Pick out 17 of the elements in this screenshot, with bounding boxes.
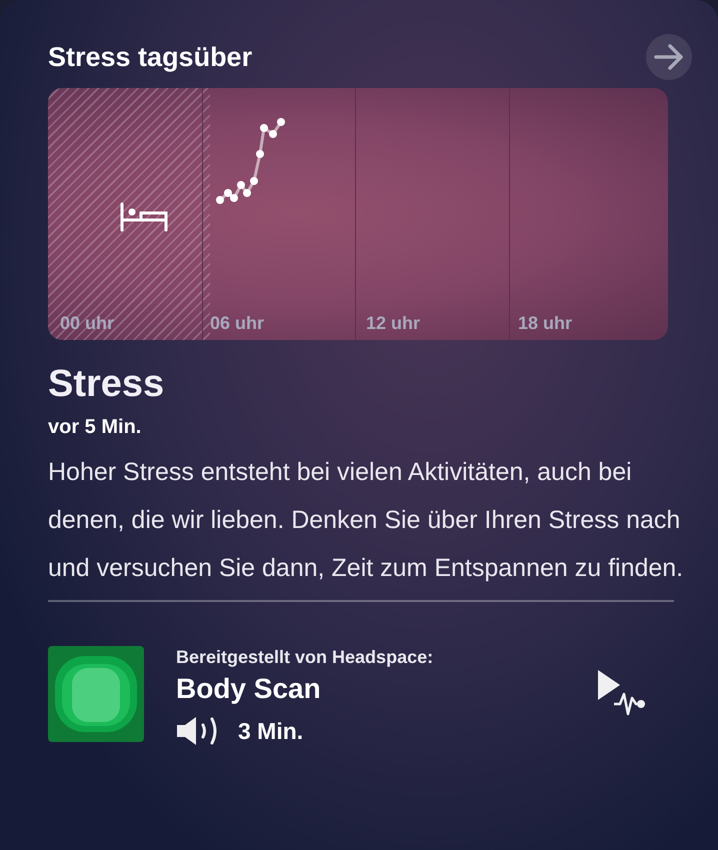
timestamp: vor 5 Min. xyxy=(48,415,142,440)
arrow-right-icon xyxy=(654,44,684,70)
time-axis-label: 00 uhr xyxy=(60,312,114,335)
forward-button[interactable] xyxy=(646,34,692,80)
description: Hoher Stress entsteht bei vielen Aktivitäten, auch bei denen, die wir lieben. Denken Sie über Ihren Stress nach und versuchen Sie dann, Zeit zum Entspannen zu finden. xyxy=(48,457,684,584)
stress-heading: Stress xyxy=(48,362,166,407)
play-pulse-icon xyxy=(596,668,646,716)
time-axis-label: 18 uhr xyxy=(518,312,572,335)
provider-label: Bereitgestellt von Headspace: xyxy=(176,646,434,668)
duration: 3 Min. xyxy=(238,717,304,746)
play-button[interactable] xyxy=(596,668,646,716)
time-axis-label: 12 uhr xyxy=(366,312,420,335)
bed-icon xyxy=(119,202,169,232)
meditation-app-icon xyxy=(48,646,144,742)
session-title: Body Scan xyxy=(176,672,322,706)
card-title: Stress tagsüber xyxy=(48,40,252,74)
time-axis-label: 06 uhr xyxy=(210,312,264,335)
